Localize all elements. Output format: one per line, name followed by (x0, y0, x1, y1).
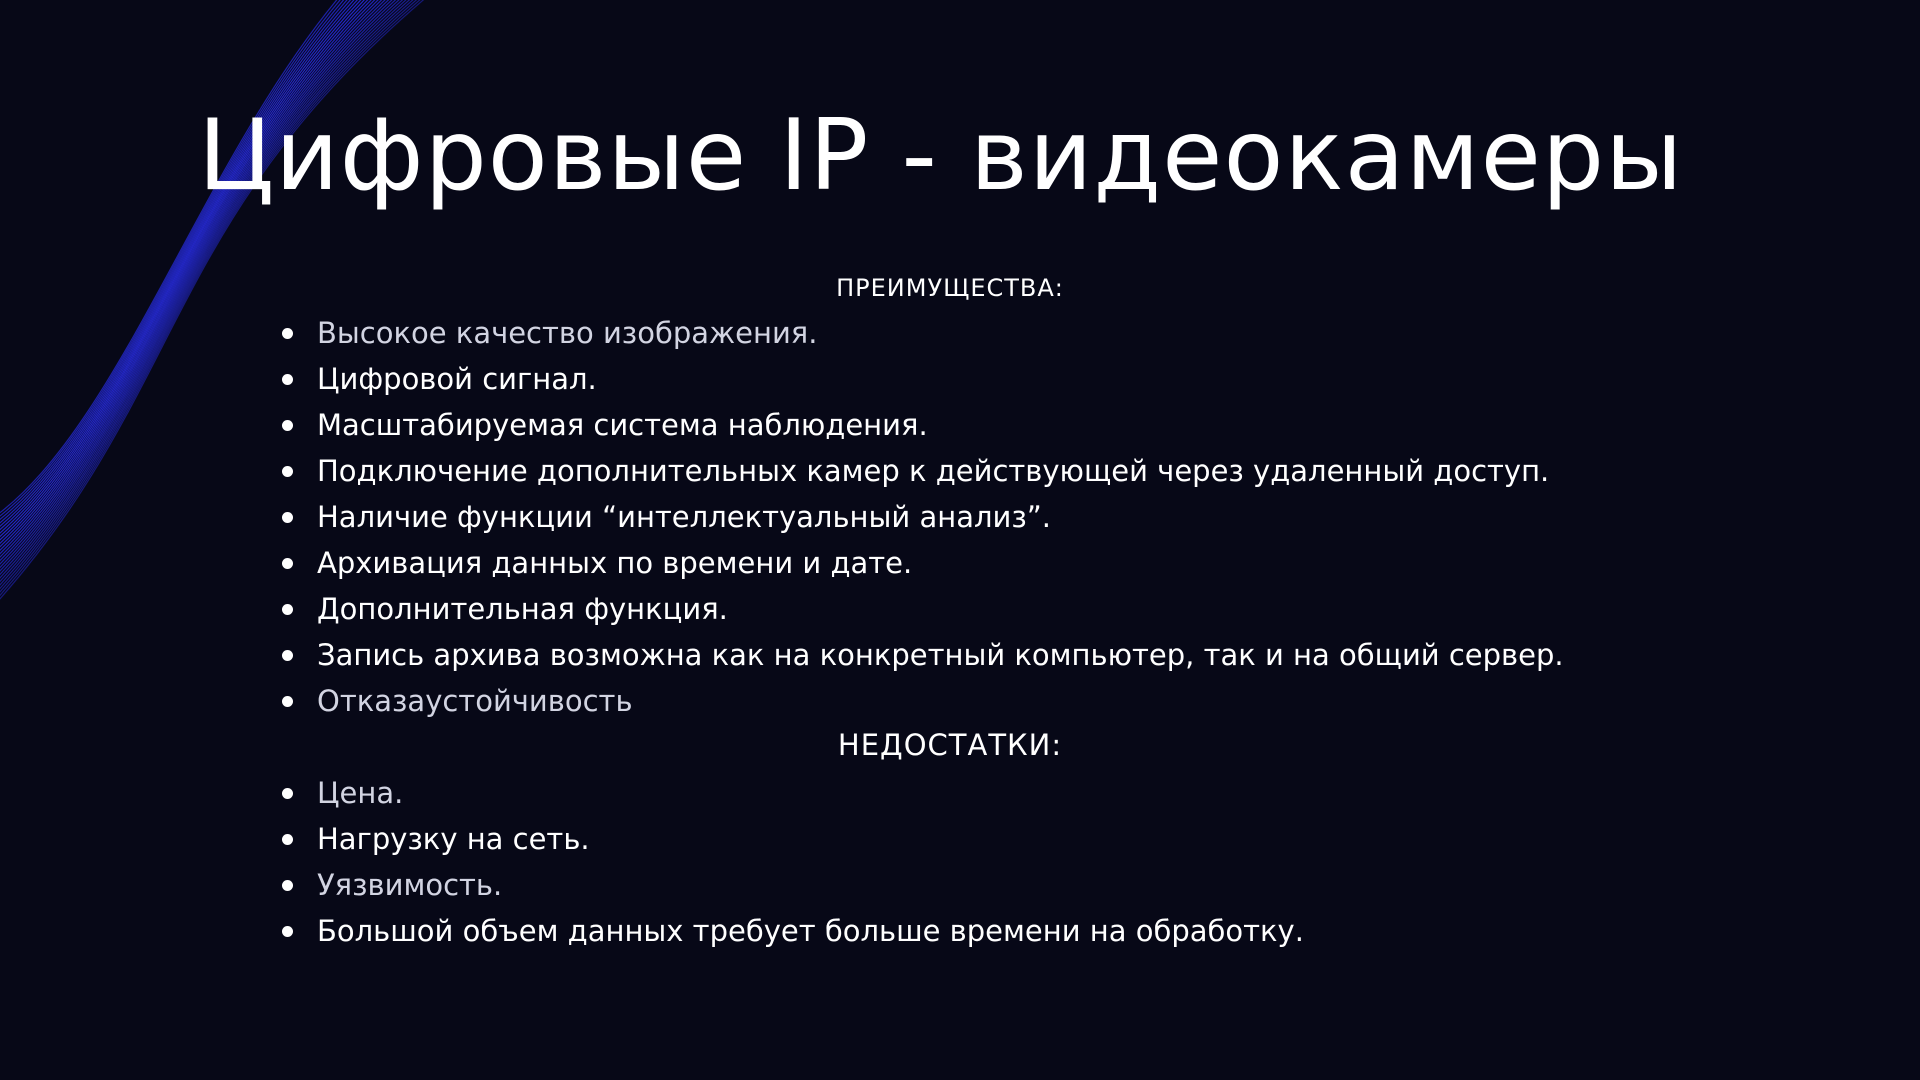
list-item: Цифровой сигнал. (276, 356, 1564, 402)
list-item-text: Масштабируемая система наблюдения. (317, 408, 928, 442)
advantages-heading: ПРЕИМУЩЕСТВА: (836, 274, 1064, 302)
disadvantages-list: Цена. Нагрузку на сеть. Уязвимость. Боль… (276, 770, 1304, 954)
list-item: Нагрузку на сеть. (276, 816, 1304, 862)
list-item: Высокое качество изображения. (276, 310, 1564, 356)
bullet-icon (282, 465, 293, 477)
list-item-text: Подключение дополнительных камер к дейст… (317, 454, 1550, 488)
list-item: Уязвимость. (276, 862, 1304, 908)
list-item-text: Наличие функции “интеллектуальный анализ… (317, 500, 1052, 534)
bullet-icon (282, 879, 293, 891)
bullet-icon (282, 327, 293, 339)
advantages-list: Высокое качество изображения. Цифровой с… (276, 310, 1564, 724)
list-item-text: Высокое качество изображения. (317, 316, 818, 350)
list-item-text: Запись архива возможна как на конкретный… (317, 638, 1564, 672)
bullet-icon (282, 833, 293, 845)
slide-title: Цифровые IP - видеокамеры (198, 99, 1684, 213)
bullet-icon (282, 419, 293, 431)
list-item-text: Большой объем данных требует больше врем… (317, 914, 1304, 948)
bullet-icon (282, 373, 293, 385)
list-item-text: Нагрузку на сеть. (317, 822, 590, 856)
list-item-text: Дополнительная функция. (317, 592, 728, 626)
list-item: Подключение дополнительных камер к дейст… (276, 448, 1564, 494)
list-item-text: Цифровой сигнал. (317, 362, 597, 396)
list-item-text: Уязвимость. (317, 868, 503, 902)
bullet-icon (282, 925, 293, 937)
bullet-icon (282, 649, 293, 661)
bullet-icon (282, 603, 293, 615)
list-item: Отказаустойчивость (276, 678, 1564, 724)
list-item: Цена. (276, 770, 1304, 816)
list-item: Архивация данных по времени и дате. (276, 540, 1564, 586)
bullet-icon (282, 511, 293, 523)
disadvantages-heading: НЕДОСТАТКИ: (837, 728, 1063, 762)
bullet-icon (282, 695, 293, 707)
list-item: Дополнительная функция. (276, 586, 1564, 632)
list-item: Запись архива возможна как на конкретный… (276, 632, 1564, 678)
list-item-text: Архивация данных по времени и дате. (317, 546, 913, 580)
list-item-text: Цена. (317, 776, 404, 810)
list-item: Масштабируемая система наблюдения. (276, 402, 1564, 448)
presentation-slide: Цифровые IP - видеокамеры ПРЕИМУЩЕСТВА: … (0, 0, 1920, 1080)
list-item: Большой объем данных требует больше врем… (276, 908, 1304, 954)
list-item: Наличие функции “интеллектуальный анализ… (276, 494, 1564, 540)
list-item-text: Отказаустойчивость (317, 684, 633, 718)
bullet-icon (282, 557, 293, 569)
bullet-icon (282, 787, 293, 799)
